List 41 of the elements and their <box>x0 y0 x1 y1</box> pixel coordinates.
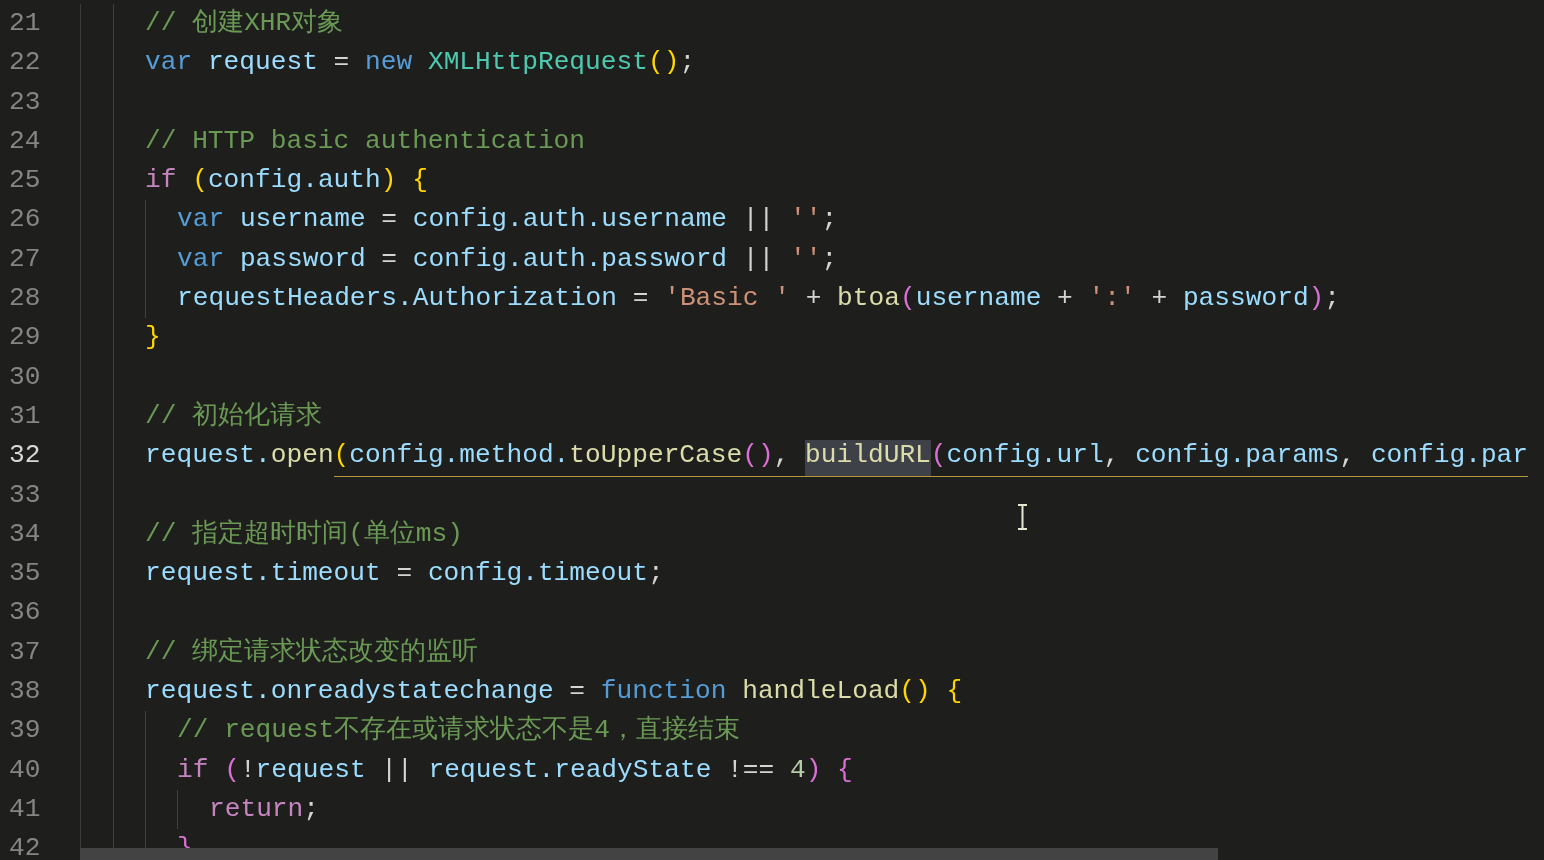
code-line: request.onreadystatechange = function handleLoad() { <box>145 675 963 709</box>
line-number: 39 <box>8 714 42 748</box>
code-comment: // 初始化请求 <box>145 399 323 433</box>
line-number: 32 <box>8 439 42 473</box>
line-number: 33 <box>8 478 42 512</box>
code-line: request.timeout = config.timeout; <box>145 557 664 591</box>
code-line: requestHeaders.Authorization = 'Basic ' + btoa(username + ':' + password); <box>177 282 1341 316</box>
line-number: 42 <box>8 832 42 860</box>
line-number: 28 <box>8 282 42 316</box>
code-comment: // HTTP basic authentication <box>145 124 586 158</box>
line-number: 27 <box>8 242 42 276</box>
line-number: 40 <box>8 753 42 787</box>
code-line: if (!request || request.readyState !== 4) { <box>177 753 853 787</box>
line-number: 41 <box>8 792 42 826</box>
code-line: var request = new XMLHttpRequest(); <box>145 46 696 80</box>
code-line: if (config.auth) { <box>145 164 428 198</box>
line-number: 30 <box>8 360 42 394</box>
line-number: 37 <box>8 635 42 669</box>
line-number: 34 <box>8 517 42 551</box>
code-line: return; <box>209 792 319 826</box>
line-number: 24 <box>8 124 42 158</box>
line-number: 36 <box>8 596 42 630</box>
code-line: var password = config.auth.password || ''; <box>177 242 838 276</box>
line-number: 23 <box>8 85 42 119</box>
text-cursor-icon <box>1016 504 1029 530</box>
line-number: 29 <box>8 321 42 355</box>
line-number: 26 <box>8 203 42 237</box>
line-number: 31 <box>8 399 42 433</box>
line-number: 25 <box>8 164 42 198</box>
code-comment: // 绑定请求状态改变的监听 <box>145 635 479 669</box>
code-line: request.open(config.method.toUpperCase(), buildURL(config.url, config.params, config.par <box>145 436 1529 476</box>
code-line: } <box>145 321 161 355</box>
line-number: 22 <box>8 46 42 80</box>
line-number: 21 <box>8 7 42 40</box>
scrollbar-thumb[interactable] <box>80 848 1218 860</box>
code-line: var username = config.auth.username || ''; <box>177 203 838 237</box>
code-comment: // request不存在或请求状态不是4，直接结束 <box>177 714 740 748</box>
line-number: 35 <box>8 557 42 591</box>
line-number: 38 <box>8 675 42 709</box>
code-comment: // 指定超时时间(单位ms) <box>145 517 463 551</box>
code-comment: // 创建XHR对象 <box>145 7 344 40</box>
